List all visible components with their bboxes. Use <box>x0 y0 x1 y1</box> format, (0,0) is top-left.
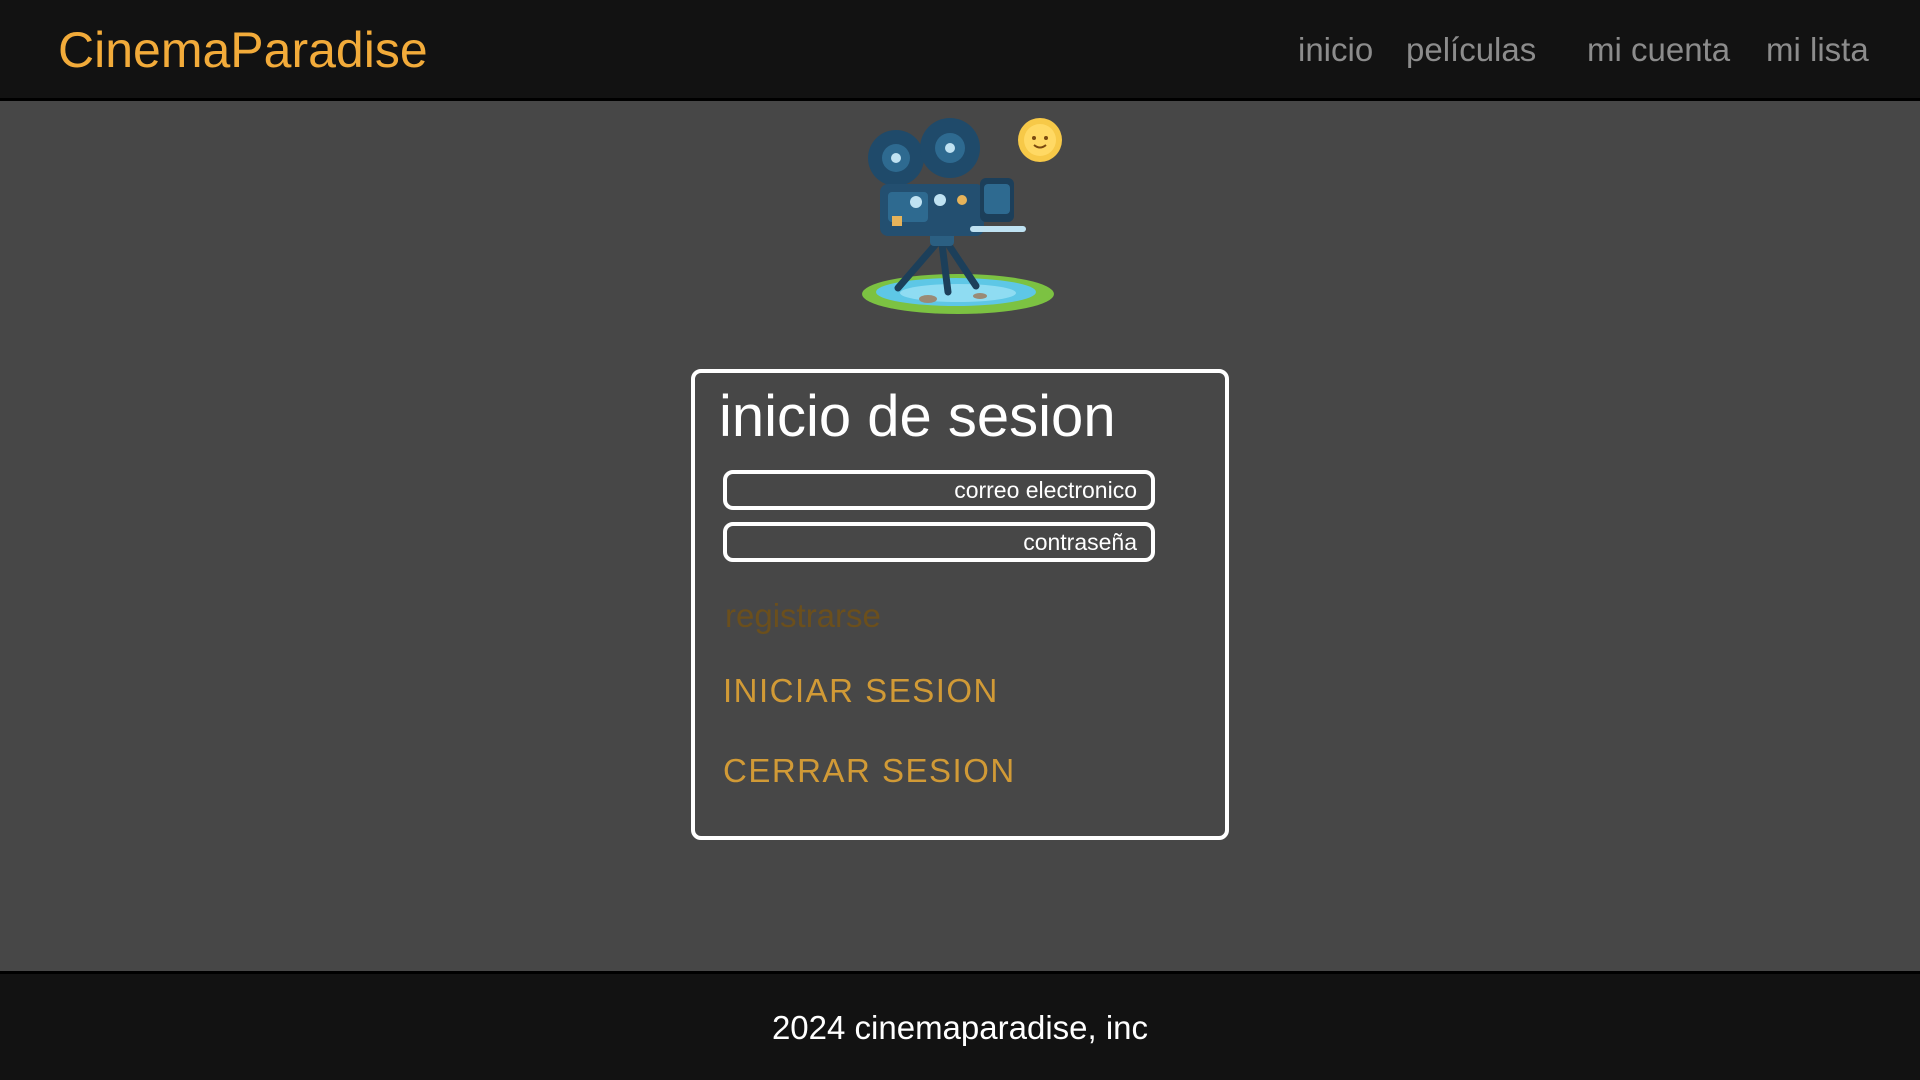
login-card: inicio de sesion registrarse INICIAR SES… <box>691 369 1229 840</box>
footer-copyright: 2024 cinemaparadise, inc <box>771 1009 1149 1046</box>
email-field[interactable] <box>723 470 1155 510</box>
password-field[interactable] <box>723 522 1155 562</box>
register-link[interactable]: registrarse <box>725 597 881 635</box>
nav-link-peliculas[interactable]: películas <box>1406 30 1536 70</box>
film-camera-icon <box>862 118 1062 314</box>
nav-link-inicio[interactable]: inicio <box>1298 30 1373 70</box>
login-button[interactable]: INICIAR SESION <box>723 672 999 710</box>
nav-link-mi-lista[interactable]: mi lista <box>1766 30 1869 70</box>
site-footer: 2024 cinemaparadise, inc <box>0 971 1920 1080</box>
brand-logo-text[interactable]: CinemaParadise <box>58 22 428 78</box>
site-header: CinemaParadise inicio películas mi cuent… <box>0 0 1920 101</box>
logout-button[interactable]: CERRAR SESION <box>723 752 1016 790</box>
nav-link-mi-cuenta[interactable]: mi cuenta <box>1587 30 1730 70</box>
login-title: inicio de sesion <box>719 384 1116 449</box>
